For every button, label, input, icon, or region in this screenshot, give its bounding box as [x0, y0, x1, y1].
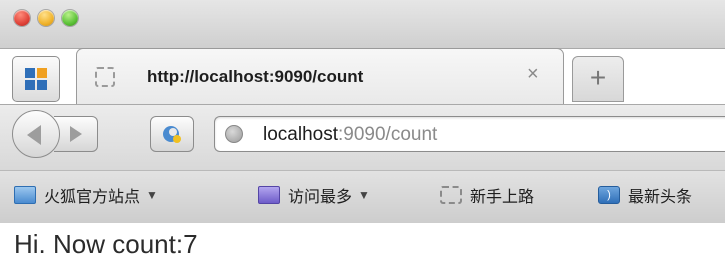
browser-window: http://localhost:9090/count × + localhos… — [0, 0, 725, 264]
tab-groups-icon — [25, 68, 47, 90]
dropdown-arrow-icon: ▼ — [358, 188, 370, 202]
page-body-text: Hi. Now count:7 — [14, 229, 198, 259]
bookmark-label: 访问最多 — [288, 189, 353, 206]
bookmark-item-firefox-official[interactable]: 火狐官方站点 ▼ — [14, 183, 158, 207]
minimize-window-button[interactable] — [38, 10, 54, 26]
title-bar — [0, 0, 725, 49]
site-identity-button[interactable] — [150, 116, 194, 152]
forward-button[interactable] — [54, 116, 98, 152]
back-forward-group — [12, 110, 122, 158]
bookmark-item-most-visited[interactable]: 访问最多 ▼ — [258, 183, 370, 207]
tab-groups-button[interactable] — [12, 56, 60, 102]
back-button[interactable] — [12, 110, 60, 158]
bookmark-label: 最新头条 — [628, 189, 693, 206]
close-window-button[interactable] — [14, 10, 30, 26]
bookmark-label: 火狐官方站点 — [44, 189, 141, 206]
address-bar[interactable]: localhost:9090/count — [214, 116, 725, 152]
rss-icon: ) — [598, 186, 620, 204]
tab-close-icon[interactable]: × — [527, 63, 539, 86]
zoom-window-button[interactable] — [62, 10, 78, 26]
firefox-identity-icon — [163, 126, 181, 143]
page-content: Hi. Now count:7 — [0, 223, 725, 264]
page-favicon-icon — [95, 67, 115, 87]
tab-active[interactable]: http://localhost:9090/count × — [76, 48, 564, 105]
new-tab-button[interactable]: + — [572, 56, 624, 102]
folder-icon — [14, 186, 36, 204]
bookmarks-toolbar: 火狐官方站点 ▼ 访问最多 ▼ 新手上路 ) 最新头条 — [0, 170, 725, 224]
smart-folder-icon — [258, 186, 280, 204]
bookmark-item-getting-started[interactable]: 新手上路 — [440, 183, 534, 207]
url-path: :9090/count — [338, 124, 438, 145]
page-icon — [440, 186, 462, 204]
bookmark-label: 新手上路 — [470, 189, 535, 206]
window-controls — [14, 10, 78, 26]
dropdown-arrow-icon: ▼ — [146, 188, 158, 202]
globe-icon — [225, 125, 243, 143]
tab-title: http://localhost:9090/count — [147, 67, 364, 86]
url-text: localhost:9090/count — [263, 124, 437, 146]
url-host: localhost — [263, 124, 338, 145]
bookmark-item-latest-headlines[interactable]: ) 最新头条 — [598, 183, 692, 207]
